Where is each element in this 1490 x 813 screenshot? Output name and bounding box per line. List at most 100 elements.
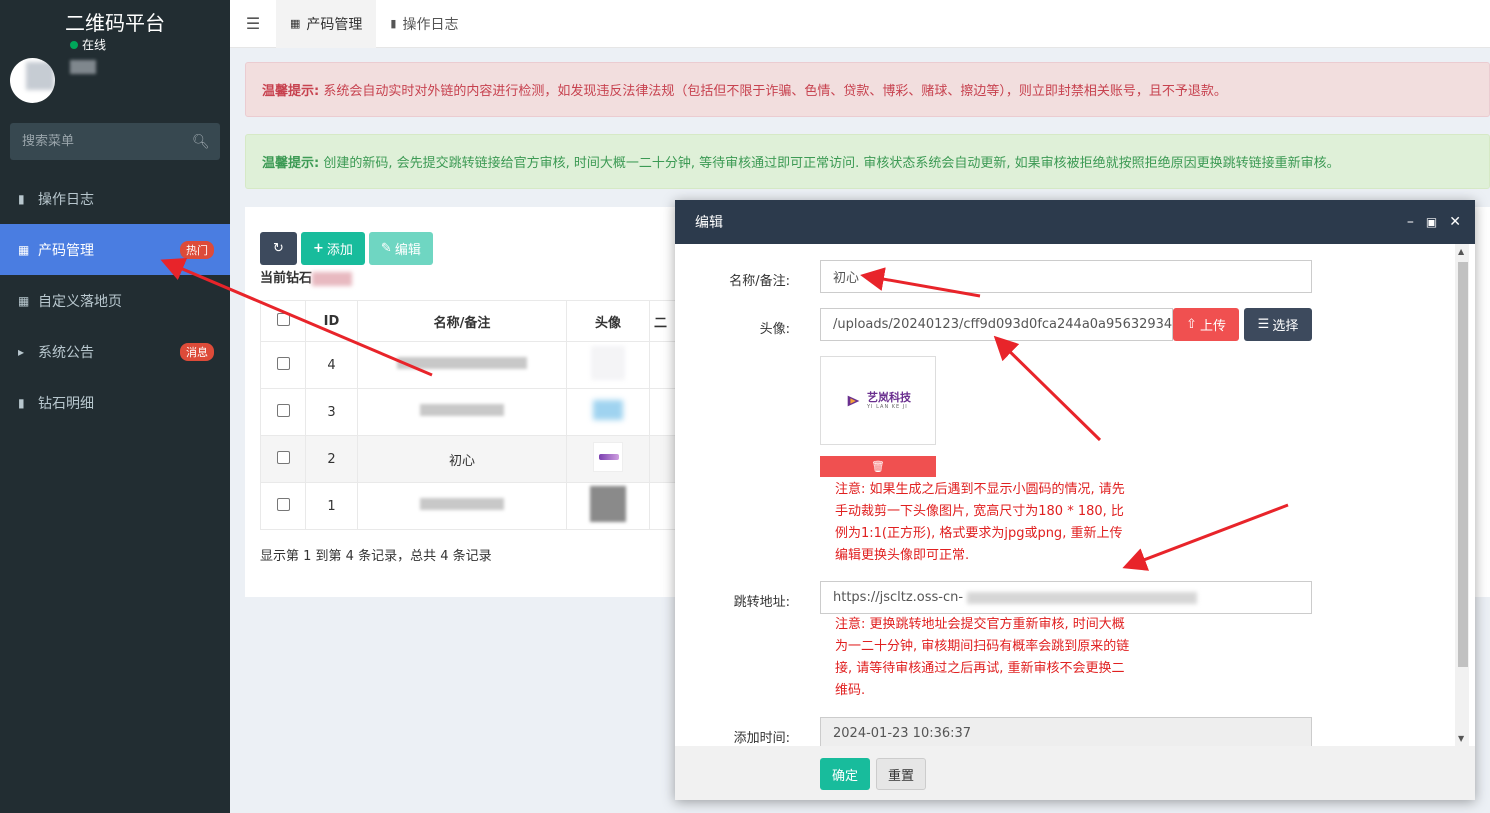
avatar-thumbnail	[593, 400, 623, 420]
tab-operation-log[interactable]: ▮ 操作日志	[376, 0, 472, 48]
table-toolbar: ↻ + 添加 ✎ 编辑	[260, 232, 433, 265]
scroll-up-icon[interactable]: ▲	[1458, 247, 1464, 256]
diamond-label: 当前钻石	[260, 271, 313, 286]
tab-code-management[interactable]: ▦ 产码管理	[276, 0, 377, 48]
edit-button[interactable]: ✎ 编辑	[368, 232, 433, 265]
sidebar-menu: ▮ 操作日志 ▦ 产码管理 热门 ▦ 自定义落地页 ▸ 系统公告 消息 ▮ 钻石…	[0, 173, 230, 428]
scroll-down-icon[interactable]: ▼	[1458, 734, 1464, 743]
row-checkbox-cell[interactable]	[260, 388, 306, 436]
row-checkbox-cell[interactable]	[260, 435, 306, 483]
brand-logo-icon	[847, 395, 860, 406]
sidebar-item-announcements[interactable]: ▸ 系统公告 消息	[0, 326, 230, 377]
header-name[interactable]: 名称/备注	[357, 300, 567, 342]
dialog-header: 编辑 – ▣ ✕	[675, 200, 1475, 244]
cell-name	[357, 341, 567, 389]
qrcode-icon: ▦	[18, 293, 30, 308]
app-title: 二维码平台	[0, 0, 230, 48]
refresh-button[interactable]: ↻	[260, 232, 297, 265]
warning-alert: 温馨提示: 系统会自动实时对外链的内容进行检测，如发现违反法律法规（包括但不限于…	[245, 62, 1490, 117]
cell-avatar	[566, 388, 650, 436]
upload-icon: ⇧	[1186, 317, 1197, 332]
avatar-path-input[interactable]: /uploads/20240123/cff9d093d0fca244a0a956…	[820, 308, 1173, 341]
sidebar-item-diamond-detail[interactable]: ▮ 钻石明细	[0, 377, 230, 428]
row-checkbox[interactable]	[276, 497, 290, 511]
brand-name: 艺岚科技	[867, 390, 911, 404]
sidebar-item-label: 系统公告	[38, 344, 94, 361]
pencil-icon: ✎	[380, 241, 392, 256]
sidebar: 二维码平台 在线 🔍︎ ▮ 操作日志 ▦ 产码管理 热门 ▦ 自定义落地页 ▸ …	[0, 0, 230, 813]
brand-subtitle: YI LAN KE JI	[867, 403, 908, 410]
status-text: 在线	[82, 38, 107, 52]
pagination-info: 显示第 1 到第 4 条记录，总共 4 条记录	[260, 549, 492, 564]
table-row[interactable]: 2 初心	[260, 435, 686, 483]
top-navbar: ☰ ▦ 产码管理 ▮ 操作日志	[230, 0, 1490, 48]
sidebar-item-label: 自定义落地页	[38, 293, 122, 310]
time-label: 添加时间:	[733, 731, 790, 746]
hot-badge: 热门	[180, 240, 214, 259]
header-avatar[interactable]: 头像	[566, 300, 650, 342]
add-button[interactable]: + 添加	[301, 232, 365, 265]
qrcode-icon: ▦	[290, 17, 301, 30]
user-panel	[0, 48, 230, 110]
add-label: 添加	[326, 243, 353, 258]
close-icon[interactable]: ✕	[1449, 214, 1461, 230]
tab-label: 操作日志	[402, 16, 459, 33]
name-input[interactable]: 初心	[820, 260, 1312, 293]
select-all-cell[interactable]	[260, 300, 306, 342]
qrcode-icon: ▦	[18, 242, 30, 257]
table-row[interactable]: 3	[260, 388, 686, 436]
cell-avatar	[566, 341, 650, 389]
upload-button[interactable]: ⇧ 上传	[1173, 308, 1239, 341]
choose-label: 选择	[1272, 319, 1299, 334]
alert-text: 创建的新码, 会先提交跳转链接给官方审核, 时间大概一二十分钟, 等待审核通过即…	[319, 156, 1340, 171]
search-icon[interactable]: 🔍︎	[192, 134, 210, 150]
avatar-thumbnail	[590, 486, 626, 522]
dialog-footer: 确定 重置	[675, 746, 1475, 800]
choose-button[interactable]: ☰ 选择	[1244, 308, 1312, 341]
sidebar-item-operation-log[interactable]: ▮ 操作日志	[0, 173, 230, 224]
name-value: 初心	[833, 271, 860, 286]
scroll-thumb[interactable]	[1458, 262, 1468, 667]
tab-label: 产码管理	[306, 16, 363, 33]
status-dot-icon	[70, 40, 78, 49]
row-checkbox[interactable]	[276, 403, 290, 417]
menu-search[interactable]: 🔍︎	[10, 123, 220, 160]
table-row[interactable]: 1	[260, 482, 686, 530]
plus-icon: +	[313, 241, 324, 256]
header-id[interactable]: ID	[305, 300, 358, 342]
dialog-body: 名称/备注: 初心 头像: /uploads/20240123/cff9d093…	[675, 244, 1475, 746]
created-time-value: 2024-01-23 10:36:37	[833, 726, 972, 741]
select-all-checkbox[interactable]	[276, 312, 290, 326]
url-note: 注意: 更换跳转地址会提交官方重新审核, 时间大概为一二十分钟, 审核期间扫码有…	[835, 617, 1130, 698]
menu-toggle-icon[interactable]: ☰	[230, 14, 276, 33]
row-checkbox[interactable]	[276, 356, 290, 370]
url-input[interactable]: https://jscltz.oss-cn-	[820, 581, 1312, 614]
alert-text: 系统会自动实时对外链的内容进行检测，如发现违反法律法规（包括但不限于诈骗、色情、…	[319, 84, 1227, 99]
sidebar-item-custom-landing[interactable]: ▦ 自定义落地页	[0, 275, 230, 326]
url-label: 跳转地址:	[733, 595, 790, 610]
cell-avatar	[566, 435, 650, 483]
reset-button[interactable]: 重置	[876, 758, 926, 790]
diamond-value-blurred	[312, 271, 353, 286]
sidebar-item-code-management[interactable]: ▦ 产码管理 热门	[0, 224, 230, 275]
edit-label: 编辑	[394, 243, 421, 258]
alert-title: 温馨提示:	[262, 84, 320, 99]
dialog-scrollbar[interactable]: ▲ ▼	[1455, 244, 1469, 746]
created-time-input: 2024-01-23 10:36:37	[820, 717, 1312, 746]
trash-icon: 🗑︎	[871, 460, 885, 473]
avatar-preview: 艺岚科技 YI LAN KE JI	[820, 356, 936, 445]
avatar[interactable]	[10, 58, 55, 103]
row-checkbox[interactable]	[276, 450, 290, 464]
code-table: ID 名称/备注 头像 二 4 3 2 初心 1	[260, 300, 686, 530]
delete-avatar-button[interactable]: 🗑︎	[820, 456, 936, 477]
avatar-label: 头像:	[759, 322, 790, 337]
diamond-balance: 当前钻石	[260, 267, 353, 286]
row-checkbox-cell[interactable]	[260, 341, 306, 389]
table-row[interactable]: 4	[260, 341, 686, 389]
maximize-icon[interactable]: ▣	[1426, 215, 1437, 229]
menu-search-input[interactable]	[22, 134, 192, 149]
confirm-button[interactable]: 确定	[820, 758, 870, 790]
minimize-icon[interactable]: –	[1407, 214, 1414, 230]
cell-name	[357, 388, 567, 436]
row-checkbox-cell[interactable]	[260, 482, 306, 530]
